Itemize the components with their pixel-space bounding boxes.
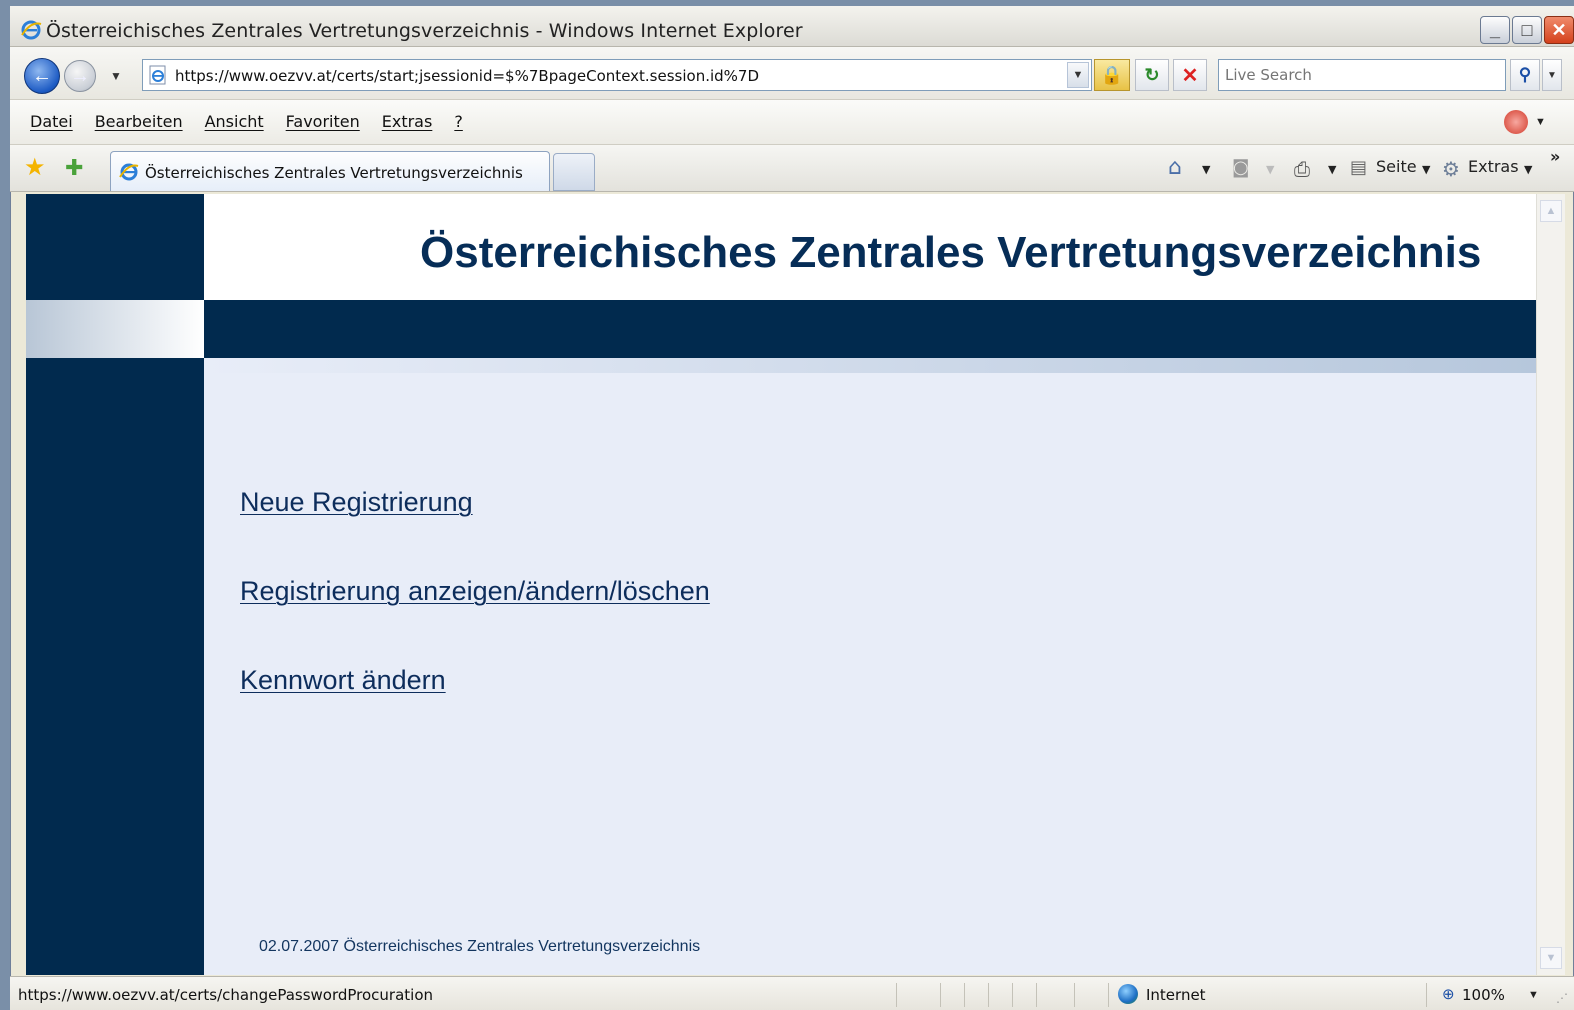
- left-gradient-block: [26, 300, 204, 358]
- scroll-up-icon[interactable]: ▲: [1540, 200, 1562, 222]
- back-arrow-icon: ←: [32, 64, 52, 87]
- status-url: https://www.oezvv.at/certs/changePasswor…: [18, 986, 434, 1004]
- vertical-scrollbar[interactable]: ▲ ▼: [1536, 194, 1565, 975]
- new-tab-button[interactable]: [553, 153, 595, 191]
- address-bar[interactable]: https://www.oezvv.at/certs/start;jsessio…: [142, 59, 1092, 91]
- header-nav-band: [204, 300, 1536, 358]
- tools-dropdown-icon[interactable]: ▼: [1524, 163, 1532, 176]
- title-bar: Österreichisches Zentrales Vertretungsve…: [10, 6, 1574, 47]
- feeds-icon[interactable]: ◙: [1232, 157, 1249, 178]
- status-divider: [940, 983, 941, 1007]
- search-icon: ⚲: [1518, 65, 1532, 84]
- ie-logo-icon: [21, 20, 42, 40]
- menu-favoriten[interactable]: Favoriten: [276, 112, 372, 131]
- feeds-dropdown-icon: ▼: [1266, 163, 1275, 176]
- page-content: Österreichisches Zentrales Vertretungsve…: [26, 194, 1536, 975]
- add-favorites-icon[interactable]: ✚: [65, 155, 83, 181]
- tab-label: Österreichisches Zentrales Vertretungsve…: [145, 164, 523, 182]
- link-neue-registrierung[interactable]: Neue Registrierung: [240, 487, 473, 518]
- header-gradient-band: [204, 358, 1536, 373]
- pdf-addon-dropdown-icon[interactable]: ▼: [1535, 116, 1546, 128]
- back-button[interactable]: ←: [24, 58, 60, 94]
- tools-gear-icon: ⚙: [1442, 157, 1460, 181]
- status-divider: [1074, 983, 1075, 1007]
- window-title: Österreichisches Zentrales Vertretungsve…: [46, 20, 803, 42]
- maximize-button[interactable]: □: [1512, 16, 1542, 44]
- link-kennwort-aendern[interactable]: Kennwort ändern: [240, 665, 446, 696]
- status-divider: [988, 983, 989, 1007]
- status-divider: [964, 983, 965, 1007]
- menu-help[interactable]: ?: [444, 112, 475, 131]
- print-icon[interactable]: ⎙: [1294, 157, 1310, 181]
- status-divider: [1426, 983, 1427, 1007]
- zoom-magnifier-icon: ⊕: [1442, 986, 1455, 1003]
- refresh-icon: ↻: [1144, 64, 1160, 85]
- pdf-addon-icon[interactable]: [1504, 110, 1528, 134]
- tools-menu-button[interactable]: Extras: [1468, 157, 1519, 176]
- browser-window: Österreichisches Zentrales Vertretungsve…: [10, 6, 1574, 1010]
- forward-arrow-icon: →: [70, 64, 90, 87]
- menu-bearbeiten[interactable]: Bearbeiten: [85, 112, 195, 131]
- stop-icon: ✕: [1181, 64, 1199, 87]
- home-icon[interactable]: ⌂: [1168, 155, 1182, 180]
- status-divider: [1108, 983, 1109, 1007]
- search-input[interactable]: [1223, 60, 1497, 90]
- print-dropdown-icon[interactable]: ▼: [1328, 163, 1336, 176]
- lock-icon[interactable]: 🔒: [1094, 59, 1130, 91]
- menu-bar: Datei Bearbeiten Ansicht Favoriten Extra…: [10, 100, 1574, 145]
- page-footer: 02.07.2007 Österreichisches Zentrales Ve…: [259, 938, 701, 955]
- close-button[interactable]: ✕: [1544, 16, 1574, 44]
- page-menu-button[interactable]: Seite: [1376, 157, 1417, 176]
- scroll-down-icon[interactable]: ▼: [1540, 947, 1562, 969]
- address-toolbar: ← → ▼ https://www.oezvv.at/certs/start;j…: [10, 47, 1574, 100]
- search-box[interactable]: [1218, 59, 1506, 91]
- stop-button[interactable]: ✕: [1173, 59, 1207, 91]
- menu-extras[interactable]: Extras: [372, 112, 445, 131]
- page-title: Österreichisches Zentrales Vertretungsve…: [420, 228, 1482, 277]
- history-dropdown-icon[interactable]: ▼: [110, 70, 122, 82]
- status-divider: [1012, 983, 1013, 1007]
- home-dropdown-icon[interactable]: ▼: [1202, 163, 1210, 176]
- zoom-level[interactable]: 100%: [1462, 986, 1505, 1004]
- tab-active[interactable]: Österreichisches Zentrales Vertretungsve…: [110, 151, 550, 191]
- close-icon: ✕: [1551, 19, 1567, 40]
- forward-button[interactable]: →: [64, 60, 96, 92]
- page-menu-icon: ▤: [1350, 157, 1368, 178]
- status-divider: [1036, 983, 1037, 1007]
- maximize-icon: □: [1521, 19, 1533, 40]
- address-dropdown-icon[interactable]: ▼: [1067, 62, 1089, 88]
- page-menu-dropdown-icon[interactable]: ▼: [1422, 163, 1430, 176]
- link-registrierung-anzeigen[interactable]: Registrierung anzeigen/ändern/löschen: [240, 576, 710, 607]
- window-controls: _ □ ✕: [1480, 16, 1574, 46]
- favorites-star-icon[interactable]: ★: [24, 155, 46, 181]
- tab-bar: ★ ✚ Österreichisches Zentrales Vertretun…: [10, 145, 1574, 192]
- tab-ie-icon: [119, 163, 139, 181]
- refresh-button[interactable]: ↻: [1135, 59, 1169, 91]
- resize-grip-icon[interactable]: ⋰: [1556, 991, 1568, 1005]
- minimize-button[interactable]: _: [1480, 16, 1510, 44]
- security-zone[interactable]: Internet: [1146, 986, 1206, 1004]
- zoom-dropdown-icon[interactable]: ▼: [1528, 989, 1539, 1001]
- status-bar: https://www.oezvv.at/certs/changePasswor…: [10, 976, 1574, 1010]
- address-url[interactable]: https://www.oezvv.at/certs/start;jsessio…: [175, 67, 759, 85]
- minimize-icon: _: [1489, 19, 1500, 40]
- status-divider: [896, 983, 897, 1007]
- menu-datei[interactable]: Datei: [20, 112, 85, 131]
- chevron-more-icon[interactable]: »: [1550, 147, 1560, 166]
- menu-ansicht[interactable]: Ansicht: [195, 112, 276, 131]
- page-ie-icon: [149, 65, 166, 85]
- search-button[interactable]: ⚲: [1510, 59, 1540, 91]
- internet-zone-globe-icon: [1118, 984, 1138, 1004]
- search-options-dropdown-icon[interactable]: ▼: [1542, 59, 1562, 91]
